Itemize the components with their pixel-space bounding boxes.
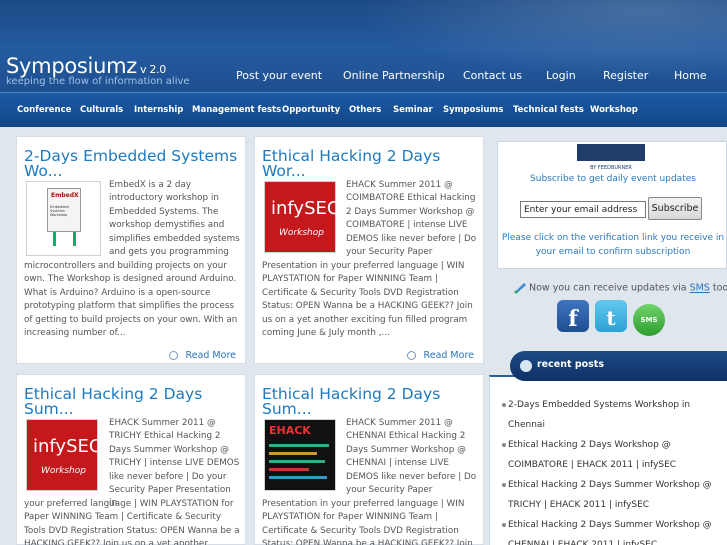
subscribe-text: Subscribe to get daily event updates	[530, 174, 696, 184]
recent-post-link[interactable]: Ethical Hacking 2 Days Summer Workshop @…	[508, 520, 712, 545]
post-card: Ethical Hacking 2 Days Sum... infySEC Wo…	[16, 374, 246, 545]
sms-suffix: too...	[712, 282, 727, 294]
post-title[interactable]: Ethical Hacking 2 Days Wor...	[262, 148, 482, 179]
poster-stripe	[269, 476, 327, 479]
sms-promo: Now you can receive updates via SMS too.…	[513, 282, 727, 294]
post-excerpt-cont: your preferred language | WIN PLAYSTATIO…	[24, 499, 240, 545]
category-technical-fests[interactable]: Technical fests	[513, 105, 584, 115]
logo-version: v 2.0	[139, 63, 166, 76]
nav-home[interactable]: Home	[674, 69, 706, 82]
recent-post-item[interactable]: Ethical Hacking 2 Days Summer Workshop @…	[502, 475, 726, 515]
site-tagline: keeping the flow of information alive	[6, 76, 190, 87]
sms-icon-label: SMS	[640, 316, 658, 324]
nav-register[interactable]: Register	[603, 69, 648, 82]
recent-post-link[interactable]: Ethical Hacking 2 Days Summer Workshop @…	[508, 480, 712, 510]
category-others[interactable]: Others	[349, 105, 381, 115]
category-symposiums[interactable]: Symposiums	[443, 105, 503, 115]
category-bar: Conference Culturals Internship Manageme…	[0, 92, 727, 127]
post-excerpt: EmbedX is a 2 day introductory workshop …	[109, 180, 240, 258]
sms-link[interactable]: SMS	[690, 283, 710, 294]
recent-post-item[interactable]: Ethical Hacking 2 Days Summer Workshop @…	[502, 515, 726, 545]
category-opportunity[interactable]: Opportunity	[282, 105, 340, 115]
post-thumbnail[interactable]: EmbedX Embedded Systems Workshop	[26, 181, 101, 256]
post-excerpt-cont: Presentation in your preferred language …	[262, 261, 473, 339]
post-title[interactable]: Ethical Hacking 2 Days Sum...	[262, 386, 482, 417]
read-more-link[interactable]: Read More	[169, 350, 236, 361]
poster-stripe	[269, 468, 309, 471]
recent-post-item[interactable]: Ethical Hacking 2 Days Workshop @ COIMBA…	[502, 435, 726, 475]
subscribe-box: BY FEEDBURNER Subscribe to get daily eve…	[497, 141, 727, 269]
poster-stripe	[269, 444, 329, 447]
thumb-sub: Workshop	[279, 228, 324, 238]
post-excerpt: EHACK Summer 2011 @ COIMBATORE Ethical H…	[346, 180, 477, 258]
sms-prefix: Now you can receive updates via	[529, 282, 690, 294]
post-thumbnail[interactable]: EHACK	[264, 419, 336, 491]
nav-contact-us[interactable]: Contact us	[463, 69, 522, 82]
post-excerpt: EHACK Summer 2011 @ TRICHY Ethical Hacki…	[109, 418, 240, 509]
logo-text: Symposiumz	[6, 54, 137, 78]
recent-post-item[interactable]: 2-Days Embedded Systems Workshop in Chen…	[502, 395, 726, 435]
category-seminar[interactable]: Seminar	[393, 105, 433, 115]
email-field[interactable]	[520, 201, 646, 218]
embedx-board: EmbedX Embedded Systems Workshop	[47, 188, 81, 232]
thumb-label: EHACK	[269, 424, 311, 437]
nav-online-partnership[interactable]: Online Partnership	[343, 69, 445, 82]
recent-post-link[interactable]: Ethical Hacking 2 Days Workshop @ COIMBA…	[508, 440, 676, 470]
twitter-icon[interactable]: t	[595, 300, 627, 332]
main-content: 2-Days Embedded Systems Wo... EmbedX Emb…	[0, 127, 727, 545]
category-workshop[interactable]: Workshop	[590, 105, 638, 115]
bullet-icon	[520, 360, 532, 372]
subscribe-button[interactable]: Subscribe	[648, 197, 702, 220]
recent-posts-header: recent posts	[510, 351, 727, 381]
verify-note: Please click on the verification link yo…	[501, 233, 725, 257]
post-excerpt-cont: Presentation in your preferred language …	[262, 499, 473, 545]
post-card: 2-Days Embedded Systems Wo... EmbedX Emb…	[16, 136, 246, 364]
post-thumbnail[interactable]: infySEC Workshop	[26, 419, 102, 491]
category-culturals[interactable]: Culturals	[80, 105, 123, 115]
sms-icon[interactable]: SMS	[633, 304, 665, 336]
thumb-leg	[73, 232, 76, 246]
category-management-fests[interactable]: Management fests	[192, 105, 281, 115]
recent-posts-list: 2-Days Embedded Systems Workshop in Chen…	[497, 395, 727, 545]
read-more-link[interactable]: Read More	[407, 350, 474, 361]
post-card: Ethical Hacking 2 Days Sum... EHACK EHAC…	[254, 374, 484, 545]
site-logo[interactable]: Symposiumz v 2.0	[6, 54, 166, 78]
poster-stripe	[269, 460, 325, 463]
post-thumbnail[interactable]: infySEC Workshop	[264, 181, 340, 253]
thumb-leg	[53, 232, 56, 246]
thumb-label: infySEC	[271, 198, 340, 219]
poster-stripe	[269, 452, 317, 455]
feedburner-label: BY FEEDBURNER	[590, 165, 632, 171]
site-header: Symposiumz v 2.0 keeping the flow of info…	[0, 0, 727, 92]
phone-icon	[514, 283, 526, 294]
post-card: Ethical Hacking 2 Days Wor... infySEC Wo…	[254, 136, 484, 364]
recent-posts-title: recent posts	[537, 359, 604, 370]
post-excerpt: EHACK Summer 2011 @ CHENNAI Ethical Hack…	[346, 418, 477, 496]
thumb-label: EmbedX	[51, 192, 79, 199]
post-title[interactable]: Ethical Hacking 2 Days Sum...	[24, 386, 244, 417]
post-excerpt-cont: microcontrollers and building projects o…	[24, 261, 238, 339]
thumb-label: infySEC	[33, 436, 102, 457]
thumb-sub: Embedded Systems Workshop	[50, 205, 69, 217]
facebook-icon[interactable]: f	[557, 300, 589, 332]
thumb-sub: Workshop	[41, 466, 86, 476]
category-conference[interactable]: Conference	[17, 105, 71, 115]
category-internship[interactable]: Internship	[134, 105, 183, 115]
post-title[interactable]: 2-Days Embedded Systems Wo...	[24, 148, 244, 179]
social-icons: f t SMS	[557, 300, 671, 336]
nav-post-event[interactable]: Post your event	[236, 69, 322, 82]
nav-login[interactable]: Login	[546, 69, 576, 82]
recent-post-link[interactable]: 2-Days Embedded Systems Workshop in Chen…	[508, 400, 690, 430]
feedburner-logo[interactable]: BY FEEDBURNER	[577, 144, 645, 171]
